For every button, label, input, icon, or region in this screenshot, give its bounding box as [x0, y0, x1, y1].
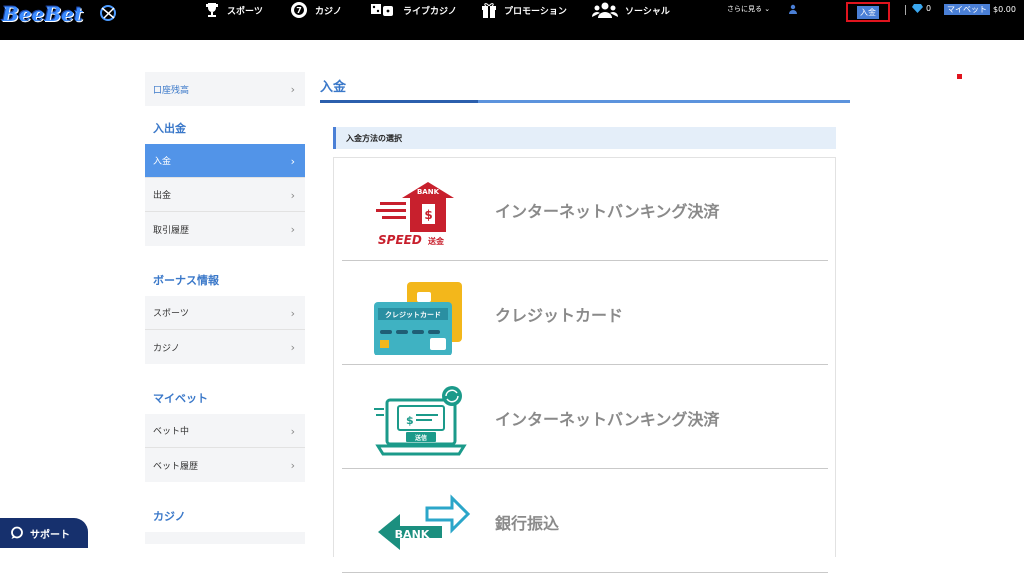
nav-label: ソーシャル [625, 6, 670, 17]
sidebar-item-label: 入金 [153, 157, 172, 167]
chevron-right-icon: › [290, 341, 295, 354]
sidebar-item-deposit[interactable]: 入金 › [145, 144, 305, 178]
balance-amount: $0.00 [993, 5, 1016, 14]
nav-sports[interactable]: スポーツ [204, 0, 263, 20]
more-menu[interactable]: さらに見る ⌄ [727, 4, 770, 14]
deposit-method-credit-card[interactable]: クレジットカード クレジットカード [342, 262, 828, 365]
nav-label: プロモーション [504, 6, 567, 17]
nav-casino[interactable]: 7 カジノ [290, 0, 342, 20]
deposit-method-internet-banking[interactable]: $ BANK SPEED 送金 インターネットバンキング決済 [342, 158, 828, 261]
card-text: クレジットカード [385, 310, 441, 319]
gift-icon [482, 3, 496, 18]
sidebar-section-title: 入出金 [153, 122, 186, 135]
user-icon[interactable] [789, 4, 797, 14]
speed-text: SPEED [378, 233, 422, 247]
sidebar-section-title: カジノ [153, 510, 186, 523]
laptop-transfer-icon: $ 送信 [374, 386, 467, 456]
mybet-label: マイベット [944, 4, 990, 15]
method-label: インターネットバンキング決済 [495, 409, 720, 429]
nav-label: ライブカジノ [403, 6, 457, 17]
support-label: サポート [30, 529, 70, 541]
notification-dot [957, 74, 962, 79]
account-sidebar: 口座残高 › 入出金 入金 › 出金 › 取引履歴 › ボーナス情報 スポーツ › カジノ… [145, 72, 305, 544]
page-title: 入金 [320, 80, 347, 95]
sidebar-section-title: ボーナス情報 [153, 274, 219, 287]
deposit-method-internet-banking-transfer[interactable]: $ 送信 インターネットバンキング決済 [342, 366, 828, 469]
chevron-right-icon: › [290, 425, 295, 438]
method-label: インターネットバンキング決済 [495, 201, 720, 221]
svg-text:$: $ [424, 208, 432, 222]
bank-transfer-icon: BANK [378, 494, 471, 550]
gem-count: 0 [926, 4, 932, 13]
sidebar-item-transactions[interactable]: 取引履歴 › [145, 212, 305, 246]
sidebar-item-label: ベット履歴 [153, 461, 199, 472]
chevron-right-icon: › [290, 189, 295, 202]
sidebar-item-label: 口座残高 [153, 85, 190, 96]
sidebar-item-bonus-casino[interactable]: カジノ › [145, 330, 305, 364]
sidebar-section-title: マイベット [153, 392, 208, 405]
credit-card-icon: クレジットカード [374, 282, 462, 355]
sidebar-item-label: ベット中 [153, 427, 190, 437]
sidebar-item-open-bets[interactable]: ベット中 › [145, 414, 305, 448]
sidebar-casino-box [145, 532, 305, 544]
live-casino-icon [371, 4, 393, 16]
sidebar-item-bonus-sports[interactable]: スポーツ › [145, 296, 305, 330]
speed-bank-icon: $ BANK SPEED 送金 [376, 182, 454, 247]
casino-chip-icon: 7 [291, 2, 307, 18]
bee-logo-icon [100, 5, 116, 21]
chevron-right-icon: › [290, 83, 295, 96]
sidebar-item-label: スポーツ [153, 309, 189, 319]
nav-live-casino[interactable]: ライブカジノ [370, 0, 457, 20]
method-label: 銀行振込 [495, 513, 560, 533]
divider [905, 5, 906, 15]
sidebar-item-label: カジノ [153, 343, 180, 354]
deposit-method-bank-transfer[interactable]: BANK 銀行振込 [342, 470, 828, 573]
chevron-right-icon: › [290, 459, 295, 472]
nav-label: カジノ [315, 6, 342, 17]
diamond-icon [912, 4, 923, 13]
nav-label: スポーツ [227, 6, 263, 17]
svg-text:7: 7 [296, 6, 302, 15]
bank-text: BANK [417, 188, 440, 196]
method-label: クレジットカード [495, 305, 624, 325]
sidebar-item-label: 取引履歴 [153, 225, 190, 236]
users-icon [592, 2, 618, 18]
svg-text:$: $ [406, 414, 414, 427]
chevron-right-icon: › [290, 155, 295, 168]
mybet-balance[interactable]: マイベット $0.00 [944, 4, 1016, 15]
sokin-text: 送金 [427, 236, 445, 246]
send-text: 送信 [414, 434, 427, 442]
chevron-right-icon: › [290, 307, 295, 320]
bank-text: BANK [395, 528, 430, 541]
nav-social[interactable]: ソーシャル [592, 0, 670, 20]
top-header: BeeBet スポーツ 7 カジノ ライブカジノ プロモーション ソーシャル さ… [0, 0, 1024, 40]
sidebar-item-account-balance[interactable]: 口座残高 › [145, 72, 305, 106]
more-label: さらに見る [727, 5, 762, 13]
deposit-label: 入金 [857, 5, 879, 19]
deposit-method-list: $ BANK SPEED 送金 インターネットバンキング決済 クレジットカード … [333, 157, 836, 573]
chevron-right-icon: › [290, 223, 295, 236]
chat-bubble-icon [11, 526, 23, 539]
deposit-button[interactable]: 入金 [846, 2, 890, 22]
chevron-down-icon: ⌄ [764, 5, 771, 13]
sidebar-item-label: 出金 [153, 191, 172, 201]
section-title: 入金方法の選択 [333, 127, 836, 149]
sidebar-item-withdraw[interactable]: 出金 › [145, 178, 305, 212]
trophy-icon [206, 3, 218, 17]
nav-promotion[interactable]: プロモーション [481, 0, 567, 20]
site-logo[interactable]: BeeBet [2, 2, 83, 26]
title-underline [320, 100, 850, 103]
gem-balance[interactable]: 0 [912, 4, 931, 13]
sidebar-item-bet-history[interactable]: ベット履歴 › [145, 448, 305, 482]
